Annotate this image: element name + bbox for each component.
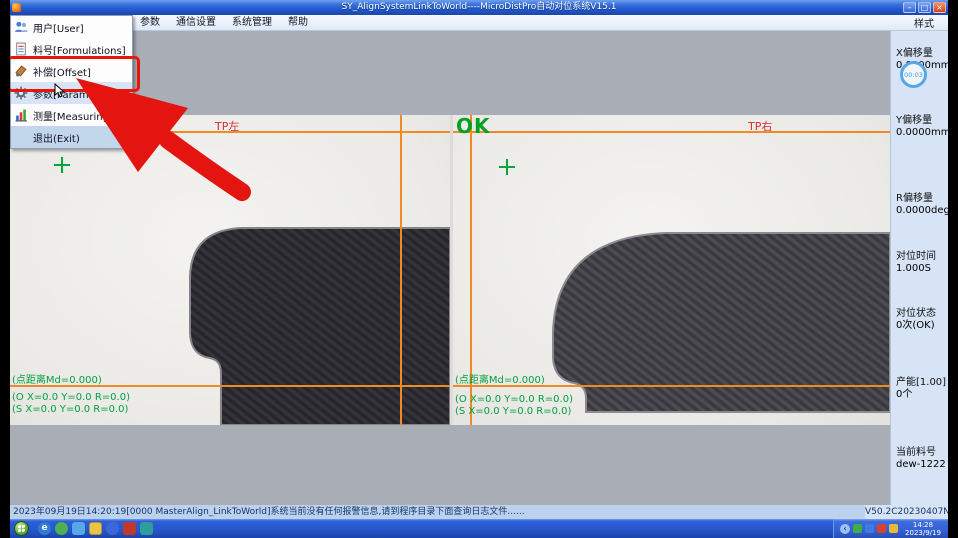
msn-icon[interactable] [55,522,68,535]
cycle-timer-badge: 00:03 [900,61,927,88]
menu-item-exit[interactable]: 退出(Exit) [11,126,132,148]
clock-time: 14:28 [913,521,933,529]
quick-launch: e [38,522,153,535]
users-icon [14,20,28,34]
metric-value: 0.0000mm [896,127,950,139]
metric-label: R偏移量 [896,193,950,205]
view-label: TP右 [748,118,772,134]
metrics-sidebar: X偏移量 0.0000mm 00:03 Y偏移量 0.0000mm R偏移量 0… [890,31,948,505]
metric-r-offset: R偏移量 0.0000deg [896,193,950,217]
letterbox-right [948,0,958,538]
metric-label: 对位状态 [896,308,936,320]
app-window: SY_AlignSystemLinkToWorld----MicroDistPr… [10,0,948,538]
metric-align-time: 对位时间 1.000S [896,251,936,275]
annotation-highlight-rect [7,56,140,92]
mouse-cursor [54,83,66,99]
version-label: V50.2C20230407N [865,505,948,519]
status-message: 2023年09月19日14:20:19[0000 MasterAlign_Lin… [13,505,525,519]
alignment-line-top [453,131,890,133]
taskbar-clock[interactable]: 14:28 2023/9/19 [901,521,945,537]
chart-icon [14,108,28,122]
menu-item-label: 料号[Formulations] [33,42,126,57]
menu-item-communication[interactable]: 通信设置 [168,15,224,30]
menu-item-label: 测量[Measuring] [33,108,113,123]
app-shortcut-teal-icon[interactable] [140,522,153,535]
metric-current-part: 当前料号 dew-1222 [896,447,946,471]
document-icon [14,42,28,56]
metric-label: 当前料号 [896,447,946,459]
metric-label: 对位时间 [896,251,936,263]
title-bar[interactable]: SY_AlignSystemLinkToWorld----MicroDistPr… [10,0,948,15]
s-offset-readout: (S X=0.0 Y=0.0 R=0.0) [12,404,128,415]
ie-icon[interactable]: e [38,522,51,535]
menu-item-label: 退出(Exit) [33,130,80,145]
windows-logo-icon [18,525,25,533]
taskbar: e ‹ 14:28 2023/9/19 [10,519,948,538]
letterbox-left [0,0,10,538]
metric-value: 0次(OK) [896,320,936,332]
network-tray-icon[interactable] [865,524,874,533]
crosshair-mark [499,159,515,175]
menu-item-system-management[interactable]: 系统管理 [224,15,280,30]
alarm-tray-icon[interactable] [877,524,886,533]
menu-item-help[interactable]: 帮助 [280,15,316,30]
maximize-button[interactable]: □ [918,2,931,13]
left-camera-view: TP左 (点距离Md=0.000) (O X=0.0 Y=0.0 R=0.0) … [10,115,450,425]
app-shortcut-red-icon[interactable] [123,522,136,535]
menu-item-parameters[interactable]: 参数 [132,15,168,30]
metric-value: 1.000S [896,263,936,275]
window-controls: – □ × [903,2,946,13]
o-offset-readout: (O X=0.0 Y=0.0 R=0.0) [12,392,130,403]
menu-item-measuring[interactable]: 测量[Measuring] [11,104,132,126]
distance-readout: (点距离Md=0.000) [455,371,545,386]
antivirus-tray-icon[interactable] [853,524,862,533]
metric-label: Y偏移量 [896,115,950,127]
window-title: SY_AlignSystemLinkToWorld----MicroDistPr… [10,0,948,15]
metric-y-offset: Y偏移量 0.0000mm [896,115,950,139]
hidden-icons-chevron[interactable]: ‹ [840,524,850,534]
media-player-icon[interactable] [106,522,119,535]
align-result-status: OK [456,115,491,138]
metric-capacity: 产能[1.00] 0个 [896,377,946,401]
menu-item-user[interactable]: 用户[User] [11,16,132,38]
o-offset-readout: (O X=0.0 Y=0.0 R=0.0) [455,394,573,405]
minimize-button[interactable]: – [903,2,916,13]
metric-align-status: 对位状态 0次(OK) [896,308,936,332]
close-button[interactable]: × [933,2,946,13]
clock-date: 2023/9/19 [905,529,941,537]
folder-icon[interactable] [89,522,102,535]
view-label: TP左 [215,118,239,134]
status-bar: 2023年09月19日14:20:19[0000 MasterAlign_Lin… [10,505,948,519]
menu-item-label: 用户[User] [33,20,84,35]
start-button[interactable] [14,521,29,536]
show-desktop-icon[interactable] [72,522,85,535]
menu-bar: 参数 通信设置 系统管理 帮助 样式 [10,15,948,31]
metric-label: 产能[1.00] [896,377,946,389]
system-tray: ‹ 14:28 2023/9/19 [833,519,948,538]
screen: SY_AlignSystemLinkToWorld----MicroDistPr… [0,0,958,538]
metric-value: dew-1222 [896,459,946,471]
volume-tray-icon[interactable] [889,524,898,533]
right-camera-view: OK TP右 (点距离Md=0.000) (O X=0.0 Y=0.0 R=0.… [453,115,890,425]
menu-item-style[interactable]: 样式 [914,15,948,30]
metric-value: 0个 [896,389,946,401]
distance-readout: (点距离Md=0.000) [12,371,102,386]
s-offset-readout: (S X=0.0 Y=0.0 R=0.0) [455,406,571,417]
metric-label: X偏移量 [896,48,950,60]
metric-value: 0.0000deg [896,205,950,217]
crosshair-mark [54,157,70,173]
alignment-line-vertical [400,115,402,425]
